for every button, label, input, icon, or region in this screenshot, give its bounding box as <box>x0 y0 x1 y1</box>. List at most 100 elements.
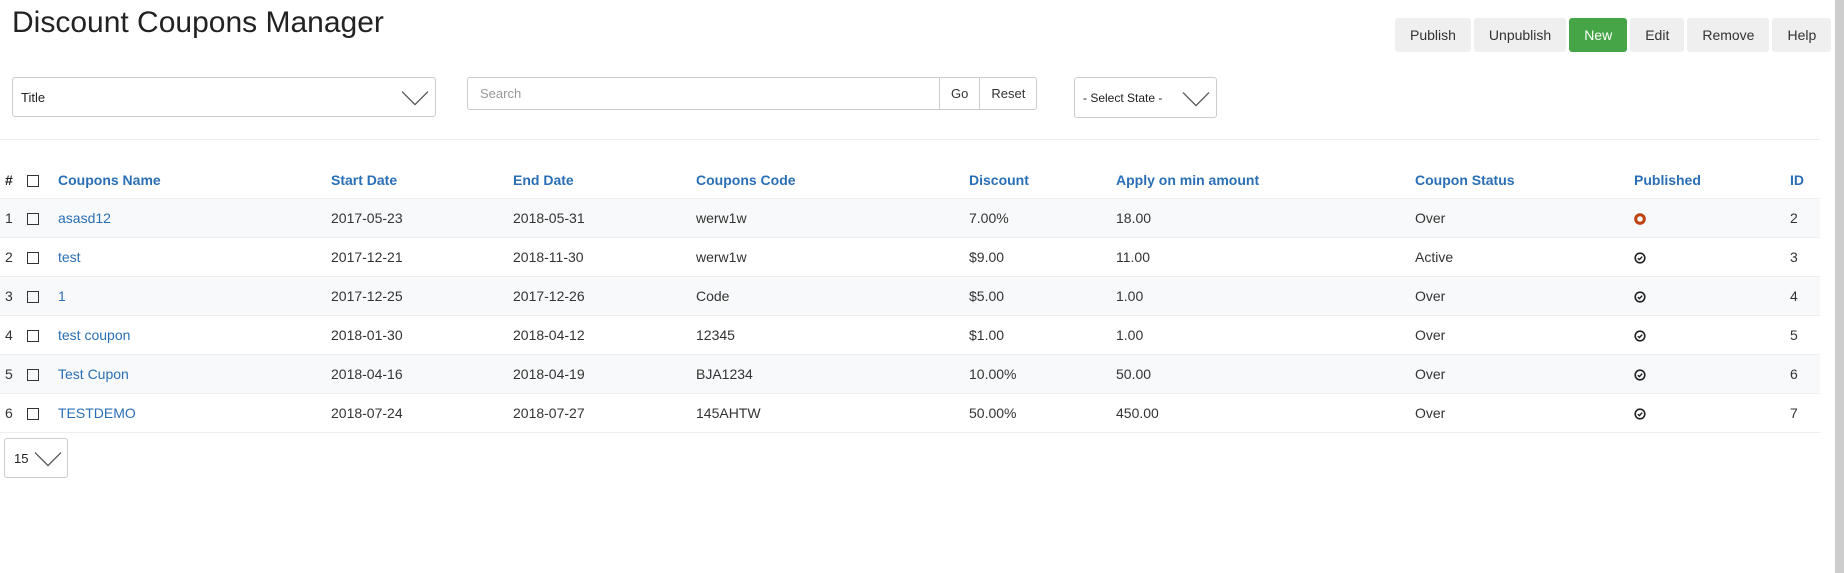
coupon-name-cell: test <box>58 237 331 277</box>
discount: $9.00 <box>969 237 1116 277</box>
toolbar: Publish Unpublish New Edit Remove Help <box>1395 18 1832 52</box>
coupon-id: 5 <box>1790 315 1820 355</box>
coupon-name-link[interactable]: 1 <box>58 288 66 304</box>
published-toggle[interactable] <box>1634 315 1790 355</box>
row-checkbox[interactable] <box>27 252 39 265</box>
coupon-code: BJA1234 <box>696 354 969 394</box>
min-amount: 18.00 <box>1116 198 1415 238</box>
published-toggle[interactable] <box>1634 237 1790 277</box>
edit-button[interactable]: Edit <box>1630 18 1685 52</box>
coupon-name-link[interactable]: test <box>58 249 81 265</box>
coupon-status: Over <box>1415 276 1634 316</box>
coupon-code: 145AHTW <box>696 393 969 433</box>
table-row: 3 1 2017-12-25 2017-12-26 Code $5.00 1.00 Over 4 <box>0 276 1820 316</box>
help-button[interactable]: Help <box>1772 18 1832 52</box>
remove-button[interactable]: Remove <box>1687 18 1770 52</box>
published-check-icon[interactable] <box>1634 408 1646 420</box>
reset-button[interactable]: Reset <box>979 77 1038 110</box>
row-checkbox[interactable] <box>27 369 39 382</box>
header-coupon-status[interactable]: Coupon Status <box>1415 162 1634 199</box>
discount: 7.00% <box>969 198 1116 238</box>
go-button[interactable]: Go <box>939 77 980 110</box>
published-toggle[interactable] <box>1634 393 1790 433</box>
published-toggle[interactable] <box>1634 276 1790 316</box>
per-page-select[interactable]: 15 <box>4 438 68 478</box>
table-row: 1 asasd12 2017-05-23 2018-05-31 werw1w 7.00% 1… <box>0 198 1820 238</box>
header-published[interactable]: Published <box>1634 162 1790 199</box>
search-group: Go Reset <box>467 77 1038 110</box>
vertical-scrollbar[interactable] <box>1835 0 1844 573</box>
row-number: 1 <box>0 198 27 238</box>
table-header-row: # Coupons Name Start Date End Date Coupo… <box>0 162 1820 199</box>
header-min-amount[interactable]: Apply on min amount <box>1116 162 1415 199</box>
start-date: 2017-05-23 <box>331 198 513 238</box>
published-check-icon[interactable] <box>1634 369 1646 381</box>
row-checkbox[interactable] <box>27 291 39 304</box>
start-date: 2018-04-16 <box>331 354 513 394</box>
coupon-id: 4 <box>1790 276 1820 316</box>
header-discount[interactable]: Discount <box>969 162 1116 199</box>
new-button[interactable]: New <box>1569 18 1628 52</box>
row-number: 3 <box>0 276 27 316</box>
row-select-cell <box>27 237 58 277</box>
per-page-value: 15 <box>14 450 29 466</box>
coupon-name-link[interactable]: test coupon <box>58 327 130 343</box>
table-row: 4 test coupon 2018-01-30 2018-04-12 12345 $1.… <box>0 315 1820 355</box>
header-coupons-code[interactable]: Coupons Code <box>696 162 969 199</box>
row-number: 2 <box>0 237 27 277</box>
row-select-cell <box>27 315 58 355</box>
coupon-code: 12345 <box>696 315 969 355</box>
coupon-status: Over <box>1415 354 1634 394</box>
row-number: 6 <box>0 393 27 433</box>
coupon-name-cell: test coupon <box>58 315 331 355</box>
header-end-date[interactable]: End Date <box>513 162 696 199</box>
coupon-name-link[interactable]: Test Cupon <box>58 366 129 382</box>
unpublished-circle-icon[interactable] <box>1634 213 1646 226</box>
coupon-code: werw1w <box>696 237 969 277</box>
coupon-id: 3 <box>1790 237 1820 277</box>
discount: 50.00% <box>969 393 1116 433</box>
coupons-table: # Coupons Name Start Date End Date Coupo… <box>0 162 1820 433</box>
coupon-name-link[interactable]: asasd12 <box>58 210 111 226</box>
coupon-name-cell: 1 <box>58 276 331 316</box>
start-date: 2017-12-25 <box>331 276 513 316</box>
header-coupons-name[interactable]: Coupons Name <box>58 162 331 199</box>
select-all-checkbox[interactable] <box>27 175 39 188</box>
published-check-icon[interactable] <box>1634 330 1646 342</box>
row-checkbox[interactable] <box>27 408 39 421</box>
published-toggle[interactable] <box>1634 198 1790 238</box>
coupon-code: Code <box>696 276 969 316</box>
end-date: 2018-11-30 <box>513 237 696 277</box>
discount: 10.00% <box>969 354 1116 394</box>
min-amount: 50.00 <box>1116 354 1415 394</box>
search-input[interactable] <box>467 77 939 110</box>
unpublish-button[interactable]: Unpublish <box>1473 18 1567 52</box>
discount: $5.00 <box>969 276 1116 316</box>
coupon-name-cell: TESTDEMO <box>58 393 331 433</box>
end-date: 2018-04-19 <box>513 354 696 394</box>
search-field-select[interactable]: Title <box>12 77 436 117</box>
header-select-all <box>27 162 58 199</box>
header-start-date[interactable]: Start Date <box>331 162 513 199</box>
state-select[interactable]: - Select State - <box>1074 77 1217 118</box>
coupon-name-cell: asasd12 <box>58 198 331 238</box>
header-id[interactable]: ID <box>1790 162 1820 199</box>
chevron-down-icon <box>401 91 429 106</box>
divider <box>0 139 1820 140</box>
row-checkbox[interactable] <box>27 213 39 226</box>
row-select-cell <box>27 393 58 433</box>
row-select-cell <box>27 276 58 316</box>
table-row: 6 TESTDEMO 2018-07-24 2018-07-27 145AHTW 50.0… <box>0 393 1820 433</box>
end-date: 2018-04-12 <box>513 315 696 355</box>
published-check-icon[interactable] <box>1634 291 1646 303</box>
coupon-status: Over <box>1415 393 1634 433</box>
state-select-value: - Select State - <box>1083 90 1163 105</box>
coupon-name-link[interactable]: TESTDEMO <box>58 405 136 421</box>
table-row: 5 Test Cupon 2018-04-16 2018-04-19 BJA1234 10… <box>0 354 1820 394</box>
start-date: 2017-12-21 <box>331 237 513 277</box>
published-check-icon[interactable] <box>1634 252 1646 264</box>
row-checkbox[interactable] <box>27 330 39 343</box>
published-toggle[interactable] <box>1634 354 1790 394</box>
min-amount: 11.00 <box>1116 237 1415 277</box>
publish-button[interactable]: Publish <box>1395 18 1471 52</box>
